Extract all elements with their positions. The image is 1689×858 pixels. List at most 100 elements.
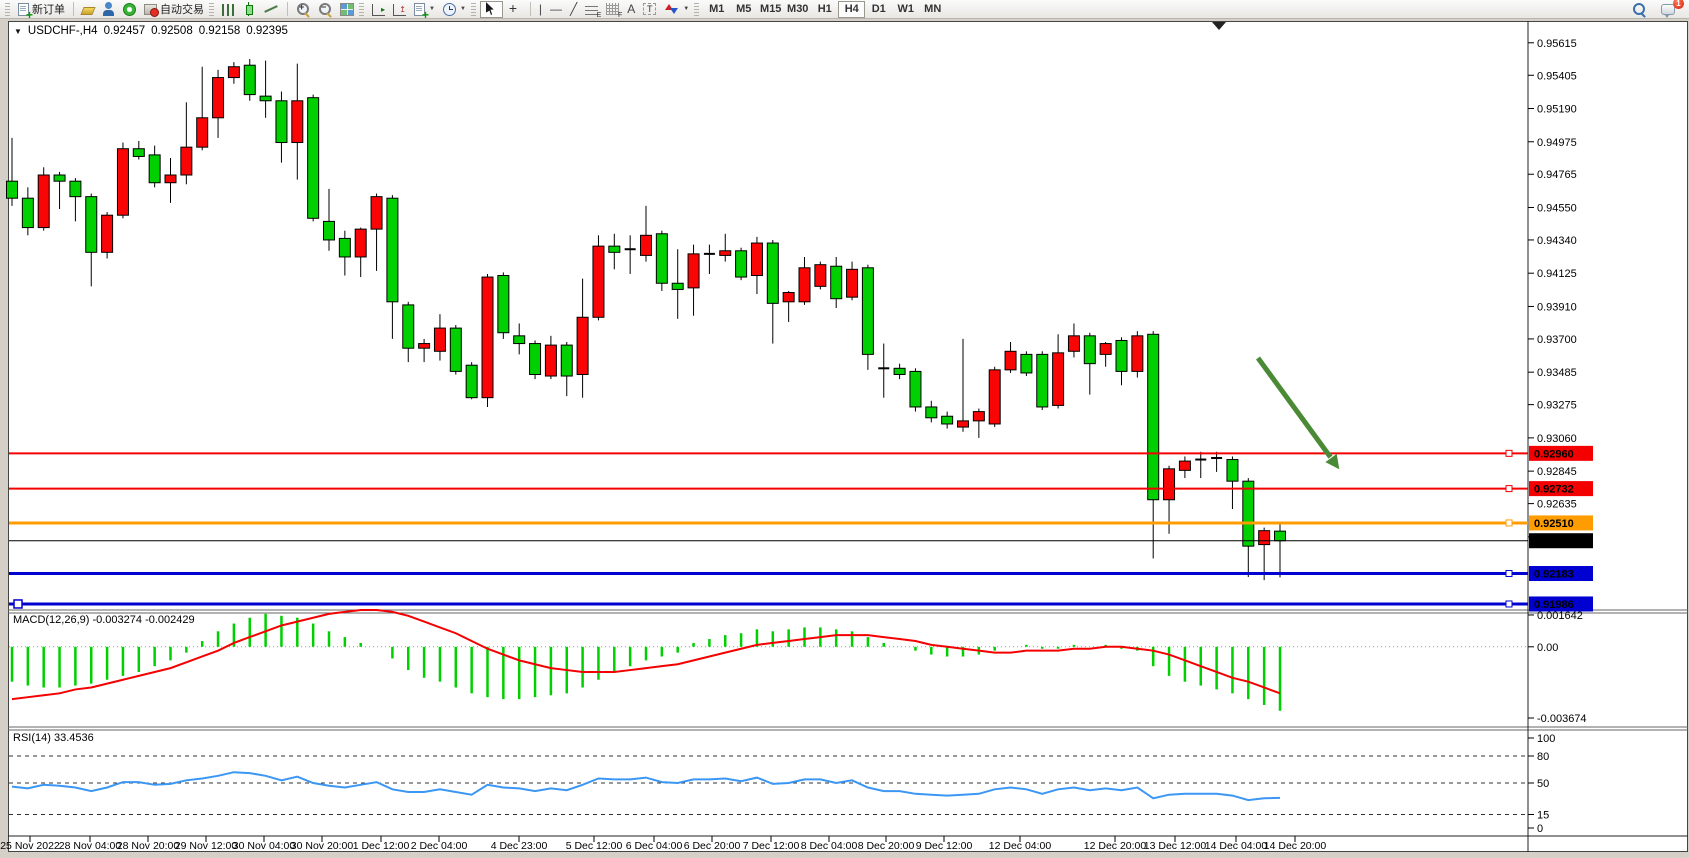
dropdown-caret-icon: ▼ bbox=[460, 6, 466, 12]
auto-trading-icon bbox=[144, 4, 157, 15]
svg-text:0.95615: 0.95615 bbox=[1537, 38, 1577, 50]
svg-text:0.001642: 0.001642 bbox=[1537, 610, 1583, 622]
timeframe-button-h4[interactable]: H4 bbox=[838, 1, 865, 18]
cursor-tool-button[interactable] bbox=[480, 1, 503, 18]
community-button[interactable] bbox=[98, 1, 119, 18]
new-chart-button[interactable]: ▼ bbox=[410, 1, 439, 18]
line-chart-mode-button[interactable] bbox=[260, 1, 283, 18]
timeframe-button-mn[interactable]: MN bbox=[919, 1, 946, 18]
arrows-tool-button[interactable]: ▼ bbox=[660, 1, 693, 18]
new-order-label: 新订单 bbox=[32, 1, 65, 17]
zoom-in-icon: + bbox=[296, 2, 310, 16]
chart-symbol-period: USDCHF-,H4 bbox=[28, 25, 98, 37]
svg-text:8 Dec 20:00: 8 Dec 20:00 bbox=[858, 840, 915, 852]
tile-windows-button[interactable] bbox=[336, 1, 358, 18]
text-tool-button[interactable]: A bbox=[623, 1, 639, 18]
news-button[interactable] bbox=[119, 1, 140, 18]
crosshair-icon bbox=[507, 2, 522, 16]
auto-scroll-icon bbox=[372, 4, 385, 16]
chart-shift-button[interactable] bbox=[389, 1, 410, 18]
svg-text:50: 50 bbox=[1537, 778, 1549, 790]
horizontal-line-icon: — bbox=[550, 2, 562, 16]
person-icon bbox=[102, 2, 115, 16]
equidistant-channel-tool-button[interactable] bbox=[581, 1, 602, 18]
svg-text:80: 80 bbox=[1537, 751, 1549, 763]
ohlc-close: 0.92395 bbox=[246, 25, 288, 37]
search-icon bbox=[1632, 2, 1647, 16]
toolbar-grip[interactable] bbox=[471, 2, 476, 16]
toolbar-separator bbox=[530, 2, 531, 16]
svg-text:8 Dec 04:00: 8 Dec 04:00 bbox=[801, 840, 858, 852]
toolbar-separator bbox=[287, 2, 288, 16]
trendline-tool-button[interactable]: ╱ bbox=[566, 1, 581, 18]
timeframe-button-d1[interactable]: D1 bbox=[865, 1, 892, 18]
highlighter-icon bbox=[80, 7, 95, 15]
toolbar-grip[interactable] bbox=[209, 2, 214, 16]
timeframe-toolbar: M1M5M15M30H1H4D1W1MN bbox=[703, 1, 946, 18]
timeframe-button-m1[interactable]: M1 bbox=[703, 1, 730, 18]
dropdown-caret-icon: ▼ bbox=[429, 6, 435, 12]
toolbar: 新订单 自动交易 + − ▼ ▼ | — ╱ A T ▼ bbox=[0, 0, 1689, 19]
dropdown-caret-icon: ▼ bbox=[683, 6, 689, 12]
timeframe-button-m30[interactable]: M30 bbox=[784, 1, 811, 18]
period-settings-button[interactable]: ▼ bbox=[439, 1, 470, 18]
fibonacci-tool-button[interactable] bbox=[602, 1, 623, 18]
svg-text:0.92960: 0.92960 bbox=[1534, 448, 1574, 460]
toolbar-grip[interactable] bbox=[5, 2, 10, 16]
symbol-dropdown-icon[interactable]: ▼ bbox=[14, 27, 22, 36]
svg-text:1 Dec 12:00: 1 Dec 12:00 bbox=[353, 840, 410, 852]
svg-text:0.93700: 0.93700 bbox=[1537, 334, 1577, 346]
svg-text:0.93060: 0.93060 bbox=[1537, 433, 1577, 445]
bar-chart-icon bbox=[222, 4, 235, 16]
svg-text:0.95405: 0.95405 bbox=[1537, 70, 1577, 82]
zoom-in-button[interactable]: + bbox=[292, 1, 314, 18]
svg-text:25 Nov 2022: 25 Nov 2022 bbox=[0, 840, 60, 852]
svg-text:2 Dec 04:00: 2 Dec 04:00 bbox=[411, 840, 468, 852]
toolbar-grip[interactable] bbox=[359, 2, 364, 16]
timeframe-button-h1[interactable]: H1 bbox=[811, 1, 838, 18]
horizontal-line-tool-button[interactable]: — bbox=[546, 1, 566, 18]
svg-text:14 Dec 20:00: 14 Dec 20:00 bbox=[1264, 840, 1327, 852]
svg-text:14 Dec 04:00: 14 Dec 04:00 bbox=[1205, 840, 1268, 852]
chart-canvas[interactable]: 0.956150.954050.951900.949750.947650.945… bbox=[0, 0, 1689, 858]
mt4-application: 新订单 自动交易 + − ▼ ▼ | — ╱ A T ▼ bbox=[0, 0, 1689, 858]
fibonacci-icon bbox=[606, 3, 619, 15]
candle-chart-mode-button[interactable] bbox=[239, 1, 260, 18]
bar-chart-mode-button[interactable] bbox=[218, 1, 239, 18]
crosshair-tool-button[interactable] bbox=[503, 1, 526, 18]
svg-text:6 Dec 04:00: 6 Dec 04:00 bbox=[626, 840, 683, 852]
metaeditor-button[interactable] bbox=[78, 1, 98, 18]
svg-text:13 Dec 12:00: 13 Dec 12:00 bbox=[1144, 840, 1207, 852]
svg-text:12 Dec 20:00: 12 Dec 20:00 bbox=[1084, 840, 1147, 852]
line-chart-icon bbox=[264, 2, 279, 16]
svg-text:30 Nov 20:00: 30 Nov 20:00 bbox=[291, 840, 354, 852]
timeframe-button-m5[interactable]: M5 bbox=[730, 1, 757, 18]
tile-windows-icon bbox=[340, 3, 354, 16]
ohlc-low: 0.92158 bbox=[199, 25, 241, 37]
svg-text:0.92732: 0.92732 bbox=[1534, 484, 1574, 496]
svg-text:6 Dec 20:00: 6 Dec 20:00 bbox=[684, 840, 741, 852]
trendline-icon: ╱ bbox=[570, 2, 577, 16]
macd-indicator-label: MACD(12,26,9) -0.003274 -0.002429 bbox=[13, 614, 195, 626]
zoom-out-button[interactable]: − bbox=[314, 1, 336, 18]
svg-text:0.94340: 0.94340 bbox=[1537, 235, 1577, 247]
svg-text:7 Dec 12:00: 7 Dec 12:00 bbox=[743, 840, 800, 852]
auto-trading-label: 自动交易 bbox=[160, 1, 204, 17]
auto-scroll-button[interactable] bbox=[368, 1, 389, 18]
signal-icon bbox=[123, 3, 136, 16]
new-order-button[interactable]: 新订单 bbox=[14, 1, 69, 18]
svg-text:12 Dec 04:00: 12 Dec 04:00 bbox=[989, 840, 1052, 852]
timeframe-button-w1[interactable]: W1 bbox=[892, 1, 919, 18]
notification-count-badge: 1 bbox=[1673, 0, 1684, 9]
svg-text:5 Dec 12:00: 5 Dec 12:00 bbox=[566, 840, 623, 852]
toolbar-separator bbox=[73, 2, 74, 16]
toolbar-grip[interactable] bbox=[694, 2, 699, 16]
text-label-tool-button[interactable]: T bbox=[639, 1, 660, 18]
auto-trading-button[interactable]: 自动交易 bbox=[140, 1, 208, 18]
ohlc-high: 0.92508 bbox=[151, 25, 193, 37]
timeframe-button-m15[interactable]: M15 bbox=[757, 1, 784, 18]
notifications-button[interactable]: 1 bbox=[1657, 1, 1679, 18]
svg-text:9 Dec 12:00: 9 Dec 12:00 bbox=[916, 840, 973, 852]
search-button[interactable] bbox=[1628, 1, 1651, 18]
vertical-line-tool-button[interactable]: | bbox=[535, 1, 546, 18]
